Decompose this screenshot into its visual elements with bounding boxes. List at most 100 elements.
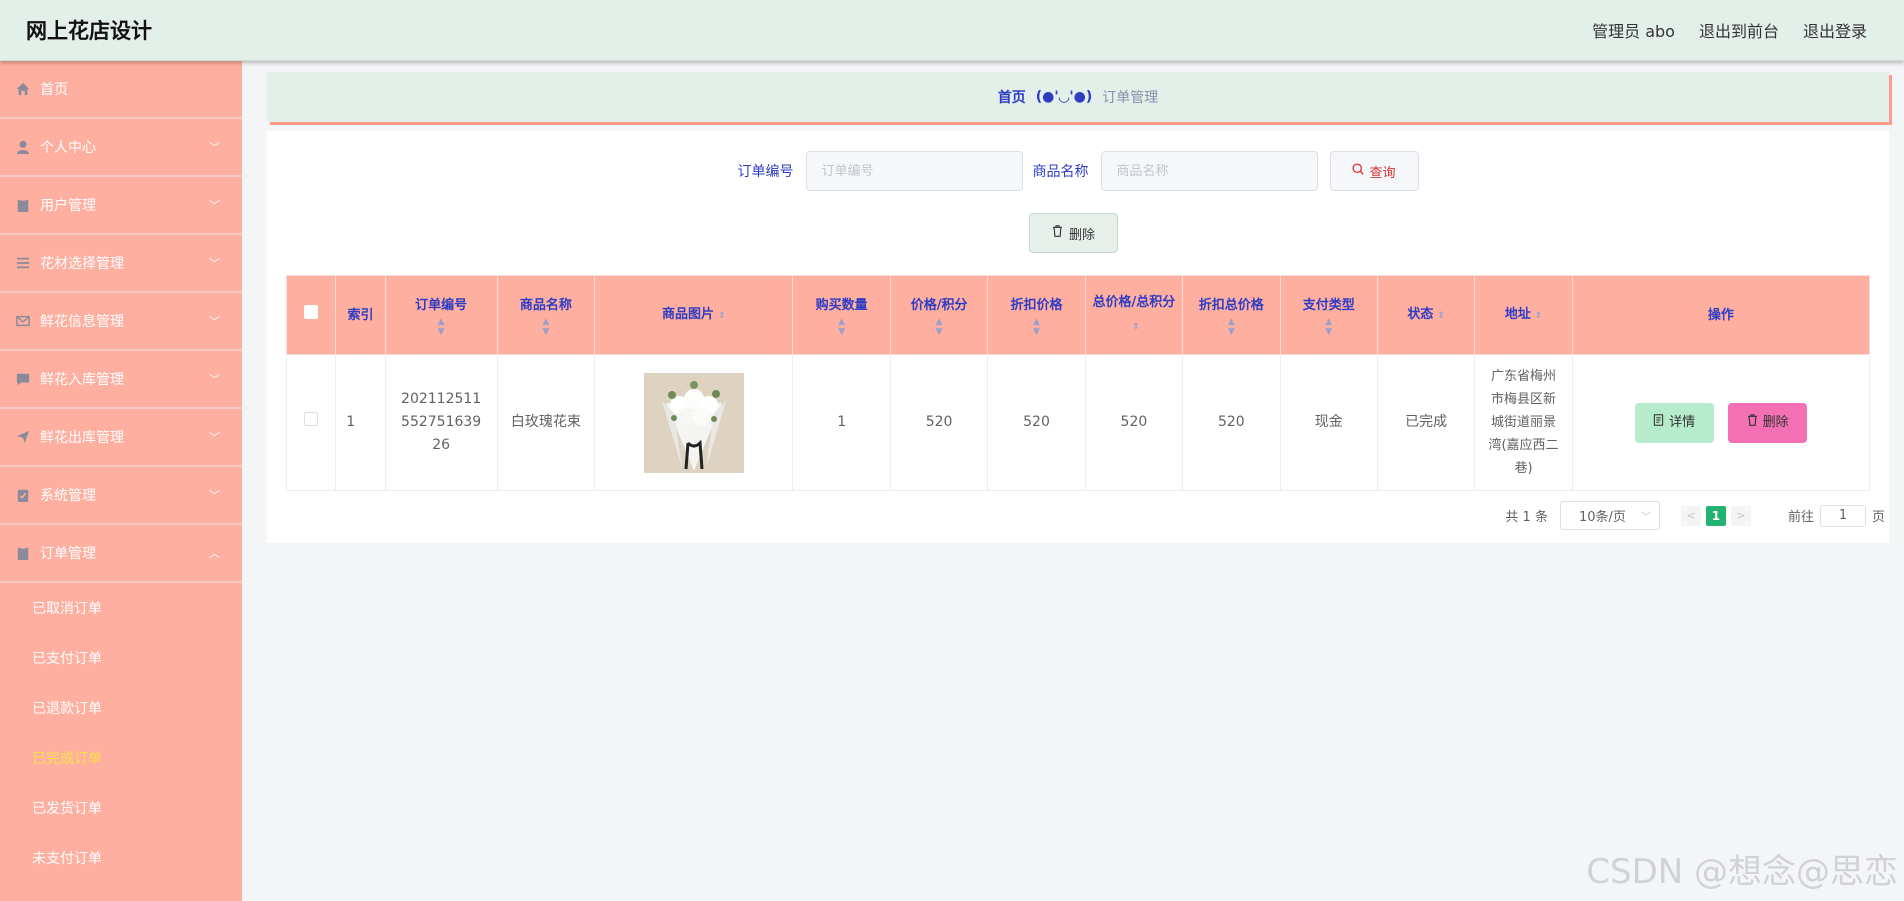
header-order-no-label: 订单编号	[415, 297, 468, 313]
page-suffix: 页	[1871, 510, 1885, 525]
sidebar-item-flower-info[interactable]: 鲜花信息管理 ﹀	[0, 293, 242, 351]
cell-operations: 详情 删除	[1571, 354, 1871, 491]
sidebar-subitem-unpaid[interactable]: 未支付订单	[0, 833, 242, 883]
page-jump: 前往 页	[1787, 504, 1885, 527]
page-number-active[interactable]: 1	[1705, 505, 1726, 526]
sort-icon[interactable]: ▲ ▼	[992, 317, 1080, 337]
home-icon	[16, 82, 30, 96]
page-size-value: 10条/页	[1578, 510, 1626, 525]
address-line: 湾(嘉应西二	[1488, 438, 1559, 453]
cell-total: 520	[1084, 354, 1184, 491]
order-no-input[interactable]	[805, 151, 1023, 191]
logout-link[interactable]: 退出登录	[1803, 18, 1867, 42]
header-status[interactable]: 状态 ⇕	[1376, 275, 1476, 355]
sort-icon[interactable]: ⇕	[1535, 311, 1543, 321]
sidebar-item-stock-out[interactable]: 鲜花出库管理 ﹀	[0, 409, 242, 467]
page-size-select[interactable]: 10条/页 ﹀	[1559, 501, 1660, 530]
sidebar-subitem-cancelled[interactable]: 已取消订单	[0, 583, 242, 633]
sort-icon[interactable]: ▲ ▼	[797, 317, 885, 337]
header-operations: 操作	[1571, 275, 1871, 355]
header-total[interactable]: 总价格/总积分 ⇕	[1084, 275, 1184, 355]
header-product-image[interactable]: 商品图片 ⇕	[594, 275, 794, 355]
sidebar-item-system[interactable]: 系统管理 ﹀	[0, 467, 242, 525]
sort-icon[interactable]: ▲ ▼	[390, 317, 493, 337]
orders-table: 索引 订单编号 ▲ ▼ 商品名称 ▲ ▼ 商品图片 ⇕ 购买数量 ▲ ▼ 价格/积分 ▲ ▼ 折扣…	[285, 275, 1871, 491]
sort-icon[interactable]: ⇕	[1437, 311, 1445, 321]
cell-product-image	[594, 354, 794, 491]
sidebar-item-label: 首页	[40, 82, 68, 98]
search-icon	[1352, 163, 1365, 179]
breadcrumb-home[interactable]: 首页	[998, 87, 1026, 107]
address-line: 城街道丽景	[1491, 415, 1557, 430]
header-address[interactable]: 地址 ⇕	[1474, 275, 1573, 355]
order-no-label: 订单编号	[737, 164, 794, 180]
table-header-row: 索引 订单编号 ▲ ▼ 商品名称 ▲ ▼ 商品图片 ⇕ 购买数量 ▲ ▼ 价格/积分 ▲ ▼ 折扣…	[285, 275, 1871, 355]
next-page-button[interactable]: >	[1730, 505, 1751, 526]
cell-status: 已完成	[1376, 354, 1476, 491]
sort-icon[interactable]: ▲ ▼	[1187, 317, 1275, 337]
sidebar-item-label: 个人中心	[40, 140, 96, 156]
sort-icon[interactable]: ▲ ▼	[502, 317, 590, 337]
sort-icon[interactable]: ▲ ▼	[1285, 317, 1373, 337]
sidebar-subitem-completed[interactable]: 已完成订单	[0, 733, 242, 783]
header-order-no[interactable]: 订单编号 ▲ ▼	[384, 275, 498, 355]
header-pay-type[interactable]: 支付类型 ▲ ▼	[1279, 275, 1378, 355]
sidebar-item-stock-in[interactable]: 鲜花入库管理 ﹀	[0, 351, 242, 409]
address-line: 巷)	[1514, 461, 1533, 476]
detail-button[interactable]: 详情	[1634, 402, 1714, 443]
cell-address: 广东省梅州 市梅县区新 城街道丽景 湾(嘉应西二 巷)	[1474, 354, 1573, 491]
sidebar: 首页 个人中心 ﹀ 用户管理 ﹀ 花材选择管理 ﹀ 鲜花信息管理 ﹀ 鲜花入库管…	[0, 61, 242, 901]
row-delete-button[interactable]: 删除	[1728, 402, 1808, 443]
sidebar-subitem-paid[interactable]: 已支付订单	[0, 633, 242, 683]
header-actions: 管理员 abo 退出到前台 退出登录	[1592, 18, 1867, 42]
back-to-front-link[interactable]: 退出到前台	[1699, 18, 1779, 42]
chevron-down-icon: ﹀	[209, 431, 220, 444]
select-all-checkbox[interactable]	[304, 304, 319, 319]
trash-icon	[1747, 411, 1758, 434]
header-quantity[interactable]: 购买数量 ▲ ▼	[792, 275, 891, 355]
sort-icon[interactable]: ▲ ▼	[895, 317, 983, 337]
sidebar-item-orders[interactable]: 订单管理 ︿	[0, 525, 242, 583]
user-icon	[16, 140, 30, 154]
chevron-down-icon: ﹀	[209, 373, 220, 386]
batch-delete-button[interactable]: 删除	[1029, 213, 1118, 253]
goto-page-input[interactable]	[1819, 504, 1866, 527]
header-discount-price-label: 折扣价格	[1010, 297, 1063, 313]
goto-label: 前往	[1787, 510, 1814, 525]
sidebar-item-users[interactable]: 用户管理 ﹀	[0, 177, 242, 235]
sidebar-item-materials[interactable]: 花材选择管理 ﹀	[0, 235, 242, 293]
check-clipboard-icon	[16, 488, 30, 502]
sidebar-item-label: 鲜花信息管理	[40, 314, 124, 330]
sidebar-item-home[interactable]: 首页	[0, 61, 242, 119]
sidebar-subitem-shipped[interactable]: 已发货订单	[0, 783, 242, 833]
header-discount-total[interactable]: 折扣总价格 ▲ ▼	[1182, 275, 1281, 355]
row-select-cell	[285, 354, 337, 491]
header-product-image-label: 商品图片	[661, 306, 714, 322]
cell-index: 1	[335, 354, 386, 491]
product-image[interactable]	[643, 372, 744, 473]
query-button[interactable]: 查询	[1329, 151, 1419, 191]
pagination-total: 共 1 条	[1505, 510, 1548, 525]
top-header: 网上花店设计 管理员 abo 退出到前台 退出登录	[0, 0, 1904, 61]
send-icon	[16, 430, 30, 444]
header-price-label: 价格/积分	[910, 297, 968, 313]
sidebar-item-profile[interactable]: 个人中心 ﹀	[0, 119, 242, 177]
cell-discount-price: 520	[987, 354, 1086, 491]
list-icon	[16, 256, 30, 270]
header-product-name[interactable]: 商品名称 ▲ ▼	[496, 275, 596, 355]
sort-icon[interactable]: ⇕	[718, 311, 726, 321]
chevron-down-icon: ﹀	[209, 315, 220, 328]
sort-icon[interactable]: ⇕	[1132, 322, 1140, 332]
cell-quantity: 1	[792, 354, 891, 491]
pagination: 共 1 条 10条/页 ﹀ < 1 > 前往 页	[1505, 501, 1885, 530]
product-name-input[interactable]	[1100, 151, 1318, 191]
cell-order-no: 202112511 552751639 26	[384, 354, 498, 491]
prev-page-button[interactable]: <	[1680, 505, 1701, 526]
main-content: 订单编号 商品名称 查询 删除 索引 订单编号▲▼ 商品名	[267, 131, 1889, 543]
header-price[interactable]: 价格/积分 ▲ ▼	[889, 275, 989, 355]
header-discount-price[interactable]: 折扣价格 ▲ ▼	[987, 275, 1086, 355]
row-checkbox[interactable]	[304, 412, 319, 426]
trash-icon	[1052, 225, 1063, 241]
cell-pay-type: 现金	[1279, 354, 1378, 491]
sidebar-subitem-refunded[interactable]: 已退款订单	[0, 683, 242, 733]
